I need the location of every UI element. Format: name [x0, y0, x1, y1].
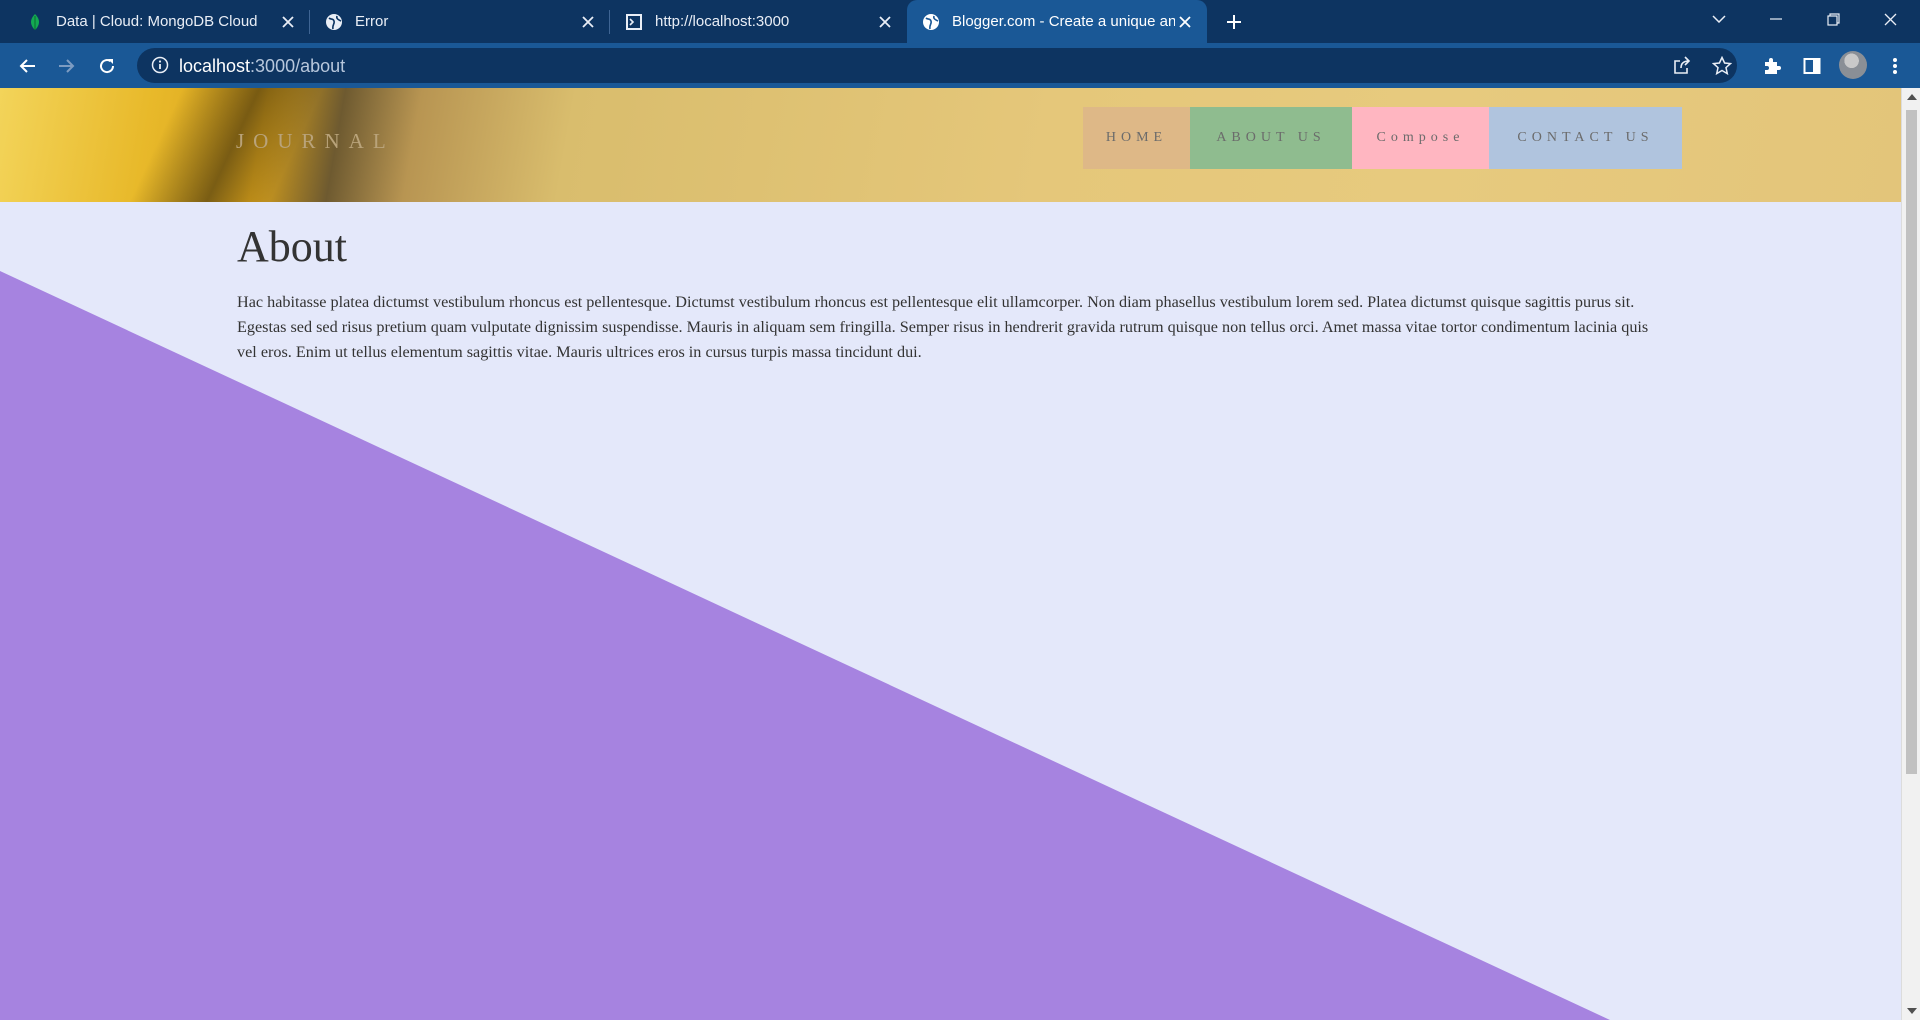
page-viewport: JOURNAL HOME ABOUT US Compose CONTACT US… — [0, 88, 1920, 1020]
mongodb-leaf-icon — [26, 13, 44, 31]
share-icon[interactable] — [1670, 54, 1694, 78]
nav-about-us[interactable]: ABOUT US — [1190, 107, 1352, 169]
close-icon[interactable] — [1175, 12, 1195, 32]
minimize-button[interactable] — [1748, 0, 1804, 38]
close-window-button[interactable] — [1862, 0, 1918, 38]
info-icon[interactable] — [151, 56, 169, 74]
restore-button[interactable] — [1805, 0, 1861, 38]
close-icon[interactable] — [278, 12, 298, 32]
back-button[interactable] — [12, 51, 42, 81]
nav-home[interactable]: HOME — [1083, 107, 1190, 169]
close-icon[interactable] — [578, 12, 598, 32]
nav-contact-us[interactable]: CONTACT US — [1489, 107, 1682, 169]
browser-tab-strip: Data | Cloud: MongoDB Cloud Error http:/… — [0, 0, 1920, 43]
tab-title: Error — [355, 13, 389, 30]
nav-compose[interactable]: Compose — [1352, 107, 1489, 169]
vertical-scrollbar[interactable] — [1901, 88, 1920, 1020]
header-banner: JOURNAL HOME ABOUT US Compose CONTACT US — [0, 88, 1901, 202]
forward-button[interactable] — [52, 51, 82, 81]
terminal-icon — [625, 13, 643, 31]
browser-tab-blogger[interactable]: Blogger.com - Create a unique an — [907, 0, 1207, 43]
url-text[interactable]: localhost:3000/about — [179, 56, 345, 77]
tab-title: Blogger.com - Create a unique an — [952, 13, 1176, 30]
bookmark-star-icon[interactable] — [1710, 54, 1734, 78]
profile-avatar[interactable] — [1839, 51, 1867, 79]
main-nav: HOME ABOUT US Compose CONTACT US — [1083, 107, 1682, 169]
main-content: About Hac habitasse platea dictumst vest… — [237, 225, 1662, 365]
scroll-down-icon[interactable] — [1907, 1008, 1917, 1014]
globe-icon — [325, 13, 343, 31]
reload-button[interactable] — [92, 51, 122, 81]
tab-title: Data | Cloud: MongoDB Cloud — [56, 13, 258, 30]
scroll-up-icon[interactable] — [1907, 94, 1917, 100]
page-title: About — [237, 222, 347, 271]
new-tab-button[interactable] — [1221, 9, 1247, 35]
menu-kebab-icon[interactable] — [1880, 51, 1910, 81]
browser-tab-localhost[interactable]: http://localhost:3000 — [610, 0, 907, 43]
close-icon[interactable] — [875, 12, 895, 32]
globe-icon — [922, 13, 940, 31]
address-bar[interactable]: localhost:3000/about — [137, 48, 1737, 83]
url-host: localhost — [179, 56, 251, 76]
tab-title: http://localhost:3000 — [655, 13, 790, 30]
scrollbar-thumb[interactable] — [1906, 110, 1917, 774]
browser-tab-mongodb[interactable]: Data | Cloud: MongoDB Cloud — [0, 0, 310, 43]
site-brand[interactable]: JOURNAL — [236, 129, 395, 154]
tab-search-button[interactable] — [1691, 0, 1747, 38]
side-panel-icon[interactable] — [1797, 51, 1827, 81]
browser-toolbar: localhost:3000/about — [0, 43, 1920, 88]
extensions-icon[interactable] — [1757, 51, 1787, 81]
url-path: :3000/about — [250, 56, 346, 76]
about-paragraph: Hac habitasse platea dictumst vestibulum… — [237, 293, 1649, 361]
browser-tab-error[interactable]: Error — [310, 0, 610, 43]
